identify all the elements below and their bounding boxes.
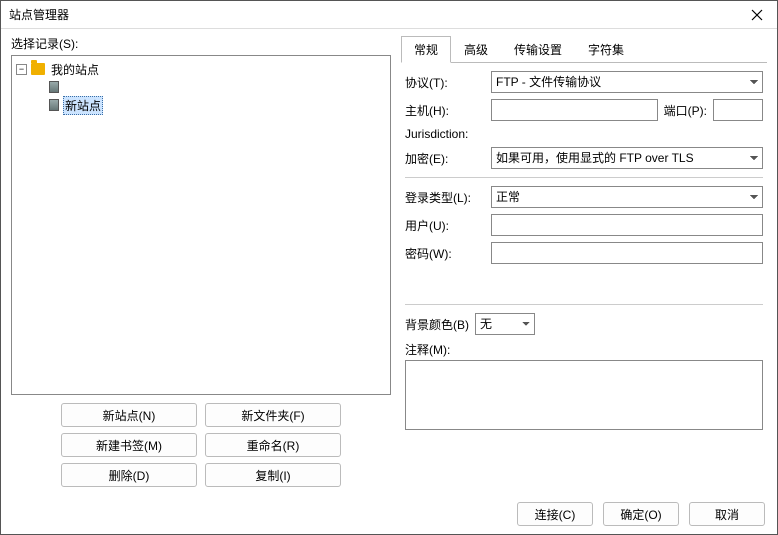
- left-panel: 选择记录(S): − 我的站点 新站点 新站点(N) 新文件夹(F) 新建书签(…: [11, 35, 391, 487]
- encryption-select[interactable]: 如果可用，使用显式的 FTP over TLS: [491, 147, 763, 169]
- tab-general[interactable]: 常规: [401, 36, 451, 63]
- tab-bar: 常规 高级 传输设置 字符集: [401, 35, 767, 63]
- window-title: 站点管理器: [9, 6, 737, 23]
- site-icon: [49, 99, 59, 111]
- tab-transfer[interactable]: 传输设置: [501, 36, 575, 63]
- encryption-label: 加密(E):: [405, 150, 485, 167]
- connect-button[interactable]: 连接(C): [517, 502, 593, 526]
- host-label: 主机(H):: [405, 102, 485, 119]
- folder-icon: [31, 63, 45, 75]
- tab-charset[interactable]: 字符集: [575, 36, 637, 63]
- user-label: 用户(U):: [405, 217, 485, 234]
- port-input[interactable]: [713, 99, 763, 121]
- delete-button[interactable]: 删除(D): [61, 463, 197, 487]
- close-button[interactable]: [737, 1, 777, 29]
- new-folder-button[interactable]: 新文件夹(F): [205, 403, 341, 427]
- host-input[interactable]: [491, 99, 658, 121]
- titlebar: 站点管理器: [1, 1, 777, 29]
- comment-label: 注释(M):: [405, 341, 450, 358]
- collapse-icon[interactable]: −: [16, 64, 27, 75]
- password-label: 密码(W):: [405, 245, 485, 262]
- copy-button[interactable]: 复制(I): [205, 463, 341, 487]
- new-bookmark-button[interactable]: 新建书签(M): [61, 433, 197, 457]
- protocol-label: 协议(T):: [405, 74, 485, 91]
- tree-item-label: 新站点: [63, 96, 103, 115]
- separator: [405, 177, 763, 178]
- right-panel: 常规 高级 传输设置 字符集 协议(T): FTP - 文件传输协议 主机(H)…: [401, 35, 767, 487]
- bgcolor-select[interactable]: 无: [475, 313, 535, 335]
- password-input[interactable]: [491, 242, 763, 264]
- tree-root-label: 我的站点: [49, 61, 101, 78]
- user-input[interactable]: [491, 214, 763, 236]
- tab-advanced[interactable]: 高级: [451, 36, 501, 63]
- site-icon: [49, 81, 59, 93]
- general-form: 协议(T): FTP - 文件传输协议 主机(H): 端口(P): Jurisd…: [401, 63, 767, 433]
- rename-button[interactable]: 重命名(R): [205, 433, 341, 457]
- select-record-label: 选择记录(S):: [11, 35, 391, 52]
- protocol-select[interactable]: FTP - 文件传输协议: [491, 71, 763, 93]
- ok-button[interactable]: 确定(O): [603, 502, 679, 526]
- tree-root-row[interactable]: − 我的站点: [16, 60, 386, 78]
- comment-textarea[interactable]: [405, 360, 763, 430]
- site-tree[interactable]: − 我的站点 新站点: [11, 55, 391, 395]
- dialog-footer: 连接(C) 确定(O) 取消: [517, 502, 765, 526]
- cancel-button[interactable]: 取消: [689, 502, 765, 526]
- close-icon: [751, 9, 763, 21]
- site-actions: 新站点(N) 新文件夹(F) 新建书签(M) 重命名(R) 删除(D) 复制(I…: [61, 403, 341, 487]
- new-site-button[interactable]: 新站点(N): [61, 403, 197, 427]
- tree-item[interactable]: [16, 78, 386, 96]
- tree-item-selected[interactable]: 新站点: [16, 96, 386, 114]
- logon-type-select[interactable]: 正常: [491, 186, 763, 208]
- separator: [405, 304, 763, 305]
- jurisdiction-label: Jurisdiction:: [405, 127, 468, 141]
- logon-type-label: 登录类型(L):: [405, 189, 485, 206]
- bgcolor-label: 背景颜色(B): [405, 316, 469, 333]
- port-label: 端口(P):: [664, 102, 707, 119]
